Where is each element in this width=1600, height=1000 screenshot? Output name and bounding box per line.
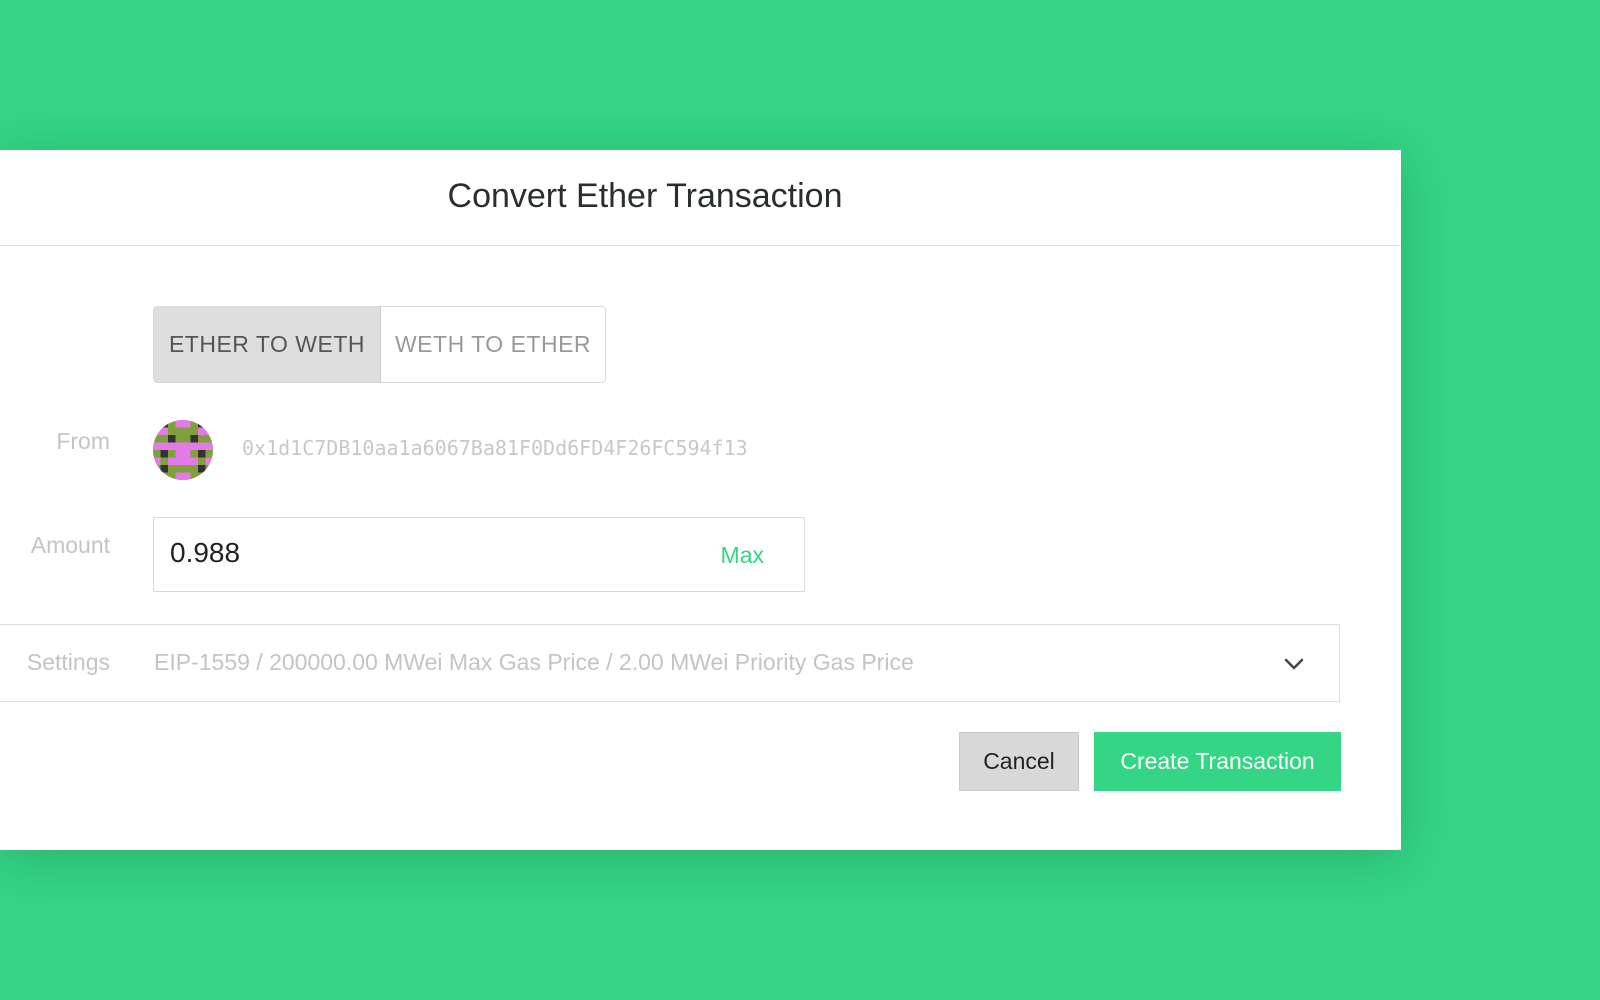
cancel-button[interactable]: Cancel — [959, 732, 1079, 791]
dialog-header: Convert Ether Transaction — [0, 150, 1401, 246]
from-address: 0x1d1C7DB10aa1a6067Ba81F0Dd6FD4F26FC594f… — [242, 436, 748, 460]
settings-row[interactable]: Settings EIP-1559 / 200000.00 MWei Max G… — [0, 624, 1340, 702]
max-button[interactable]: Max — [721, 542, 764, 569]
toggle-weth-to-ether[interactable]: WETH TO ETHER — [381, 307, 605, 382]
create-transaction-button[interactable]: Create Transaction — [1094, 732, 1341, 791]
amount-input[interactable] — [168, 536, 672, 570]
dialog-title: Convert Ether Transaction — [447, 177, 843, 215]
convert-ether-dialog: Convert Ether Transaction ETHER TO WETH … — [0, 150, 1401, 850]
chevron-down-icon[interactable] — [1283, 653, 1305, 675]
amount-field: Max — [153, 517, 805, 592]
direction-toggle: ETHER TO WETH WETH TO ETHER — [153, 306, 606, 383]
from-label: From — [56, 428, 110, 454]
settings-label: Settings — [26, 649, 110, 675]
identicon-avatar-icon — [153, 420, 213, 480]
toggle-ether-to-weth[interactable]: ETHER TO WETH — [154, 307, 381, 382]
settings-summary: EIP-1559 / 200000.00 MWei Max Gas Price … — [154, 649, 914, 675]
amount-label: Amount — [30, 532, 110, 558]
